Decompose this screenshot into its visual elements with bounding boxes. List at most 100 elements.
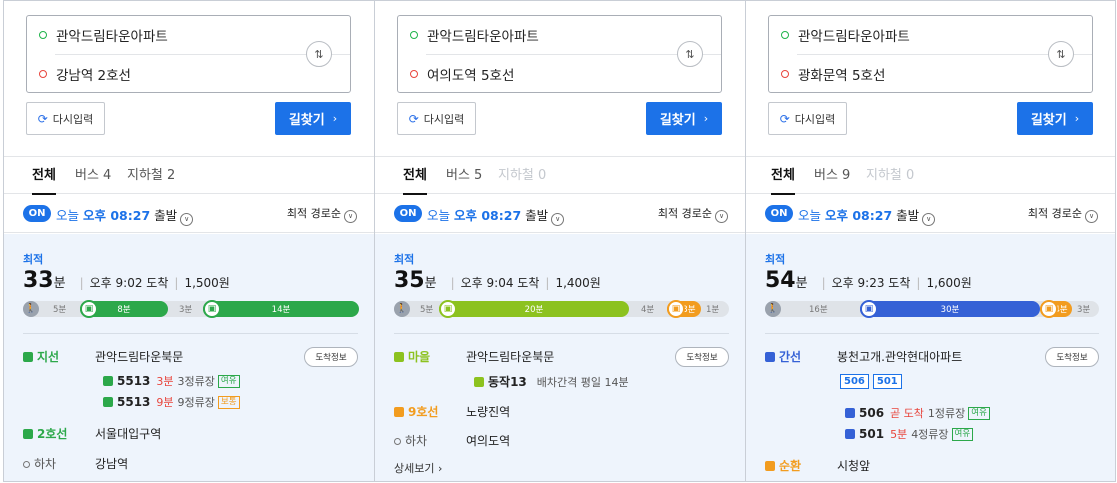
origin-dot-icon (39, 31, 47, 39)
origin-field[interactable]: 관악드림타운아파트 (781, 25, 910, 45)
bus-icon (845, 408, 855, 418)
departure-time[interactable]: 오늘 오후 08:27 출발 ∨ (798, 205, 936, 226)
reset-button[interactable]: ⟳ 다시입력 (26, 102, 105, 135)
chevron-right-icon: › (703, 112, 709, 125)
bus-icon (23, 352, 33, 362)
subway-icon: ▣ (203, 300, 221, 318)
route-timeline-bar: 🚶 5분 ▣ 20분 4분 ▣ 3분 1분 (394, 300, 729, 318)
bus-arrival-row: 동작13 배차간격 평일 14분 (474, 373, 632, 390)
destination-dot-icon (781, 70, 789, 78)
bus-arrival-row: 501 5분 4정류장 여유 (845, 426, 974, 442)
route-summary: 33 분 | 오후 9:02 도착 | 1,500원 (23, 268, 230, 293)
route-number-badge[interactable]: 506 (840, 374, 869, 389)
bus-arrival-row: 506 곧 도착 1정류장 여유 (845, 405, 990, 421)
destination-field[interactable]: 여의도역 5호선 (410, 64, 514, 84)
tab-bus[interactable]: 버스 9 (814, 157, 850, 195)
tab-all[interactable]: 전체 (32, 157, 56, 195)
walk-time-label: 4분 (641, 305, 655, 315)
crowd-badge: 여유 (951, 427, 974, 441)
destination-field[interactable]: 광화문역 5호선 (781, 64, 885, 84)
reset-button[interactable]: ⟳ 다시입력 (397, 102, 476, 135)
tab-subway[interactable]: 지하철 0 (498, 157, 546, 195)
arrival-info-button[interactable]: 도착정보 (304, 347, 358, 367)
departure-time[interactable]: 오늘 오후 08:27 출발 ∨ (56, 205, 194, 226)
crowd-badge: 보통 (217, 395, 240, 409)
step-board: 지선 관악드림타운북문 (23, 348, 183, 365)
route-panel-3: 관악드림타운아파트 광화문역 5호선 ⇅ ⟳ 다시입력 길찾기 › 전체 버스 9 … (746, 1, 1115, 481)
destination-field[interactable]: 강남역 2호선 (39, 64, 131, 84)
route-summary: 35 분 | 오후 9:04 도착 | 1,400원 (394, 268, 601, 293)
destination-text: 여의도역 5호선 (427, 68, 515, 84)
walk-time-label: 1분 (706, 305, 720, 315)
step-transfer: 2호선 서울대입구역 (23, 425, 161, 442)
best-route-card[interactable]: 최적 54 분 | 오후 9:23 도착 | 1,600원 🚶 16분 ▣ 30분 … (746, 234, 1115, 481)
find-route-button[interactable]: 길찾기 › (275, 102, 351, 135)
arrival-info-button[interactable]: 도착정보 (675, 347, 729, 367)
step-transfer: 순환 시청앞 (765, 457, 870, 474)
origin-text: 관악드림타운아파트 (56, 29, 168, 45)
step-transfer: 9호선 노량진역 (394, 403, 510, 420)
departure-time[interactable]: 오늘 오후 08:27 출발 ∨ (427, 205, 565, 226)
walk-icon: 🚶 (765, 301, 781, 317)
sort-dropdown[interactable]: 최적 경로순 ∨ (658, 205, 728, 223)
bus-icon: ▣ (860, 300, 878, 318)
route-number-badge[interactable]: 501 (872, 374, 902, 389)
tab-all[interactable]: 전체 (771, 157, 795, 195)
step-alight: 하차 강남역 (23, 455, 128, 472)
tab-all[interactable]: 전체 (403, 157, 427, 195)
best-label: 최적 (765, 253, 786, 266)
bus-icon (765, 461, 775, 471)
tab-bus[interactable]: 버스 5 (446, 157, 482, 195)
reset-button[interactable]: ⟳ 다시입력 (768, 102, 847, 135)
crowd-badge: 여유 (217, 374, 240, 388)
bus-icon: ▣ (80, 300, 98, 318)
arrival-info-button[interactable]: 도착정보 (1045, 347, 1099, 367)
destination-dot-icon (39, 70, 47, 78)
bus-icon (765, 352, 775, 362)
on-toggle[interactable]: ON (23, 205, 51, 222)
departure-time-bar: ON 오늘 오후 08:27 출발 ∨ 최적 경로순 ∨ (746, 195, 1115, 233)
destination-dot-icon (410, 70, 418, 78)
find-route-button[interactable]: 길찾기 › (646, 102, 722, 135)
swap-icon[interactable]: ⇅ (306, 41, 332, 67)
swap-icon[interactable]: ⇅ (1048, 41, 1074, 67)
tab-subway[interactable]: 지하철 0 (866, 157, 914, 195)
bus-icon (845, 429, 855, 439)
departure-time-bar: ON 오늘 오후 08:27 출발 ∨ 최적 경로순 ∨ (4, 195, 374, 233)
find-route-button[interactable]: 길찾기 › (1017, 102, 1093, 135)
refresh-icon: ⟳ (779, 111, 790, 126)
origin-field[interactable]: 관악드림타운아파트 (39, 25, 168, 45)
result-tabs: 전체 버스 4 지하철 2 (4, 156, 374, 195)
bus-segment: ▣ 20분 (439, 300, 629, 318)
chevron-right-icon: › (1074, 112, 1080, 125)
chevron-down-icon: ∨ (922, 212, 936, 226)
sort-dropdown[interactable]: 최적 경로순 ∨ (1028, 205, 1098, 223)
best-label: 최적 (23, 253, 44, 266)
subway-icon: ▣ (667, 300, 685, 318)
chevron-down-icon: ∨ (551, 212, 565, 226)
walk-time-label: 5분 (420, 305, 434, 315)
destination-text: 강남역 2호선 (56, 68, 131, 84)
route-timeline-bar: 🚶 16분 ▣ 30분 ▣ 4분 3분 (765, 300, 1099, 318)
sort-dropdown[interactable]: 최적 경로순 ∨ (287, 205, 357, 223)
tab-bus[interactable]: 버스 4 (75, 157, 111, 195)
bus-arrival-row: 5513 3분 3정류장 여유 (103, 373, 240, 389)
best-route-card[interactable]: 최적 35 분 | 오후 9:04 도착 | 1,400원 🚶 5분 ▣ 20분 4… (375, 234, 745, 481)
origin-field[interactable]: 관악드림타운아파트 (410, 25, 539, 45)
route-timeline-bar: 🚶 5분 ▣ 8분 3분 ▣ 14분 (23, 300, 359, 318)
bus-icon (394, 352, 404, 362)
on-toggle[interactable]: ON (765, 205, 793, 222)
refresh-icon: ⟳ (37, 111, 48, 126)
best-route-card[interactable]: 최적 33 분 | 오후 9:02 도착 | 1,500원 🚶 5분 ▣ 8분 3분… (4, 234, 374, 481)
chevron-down-icon: ∨ (180, 212, 194, 226)
more-details-link[interactable]: 상세보기 › (394, 460, 442, 476)
route-compare-frame: 관악드림타운아파트 강남역 2호선 ⇅ ⟳ 다시입력 길찾기 › 전체 버스 4 지… (3, 0, 1116, 482)
bus-icon (103, 376, 113, 386)
swap-icon[interactable]: ⇅ (677, 41, 703, 67)
walk-icon: 🚶 (394, 301, 410, 317)
subway-segment: ▣ 3분 (667, 300, 701, 318)
on-toggle[interactable]: ON (394, 205, 422, 222)
tab-subway[interactable]: 지하철 2 (127, 157, 175, 195)
route-number-list: 506 501 (840, 373, 906, 389)
walk-time-label: 5분 (53, 305, 67, 315)
